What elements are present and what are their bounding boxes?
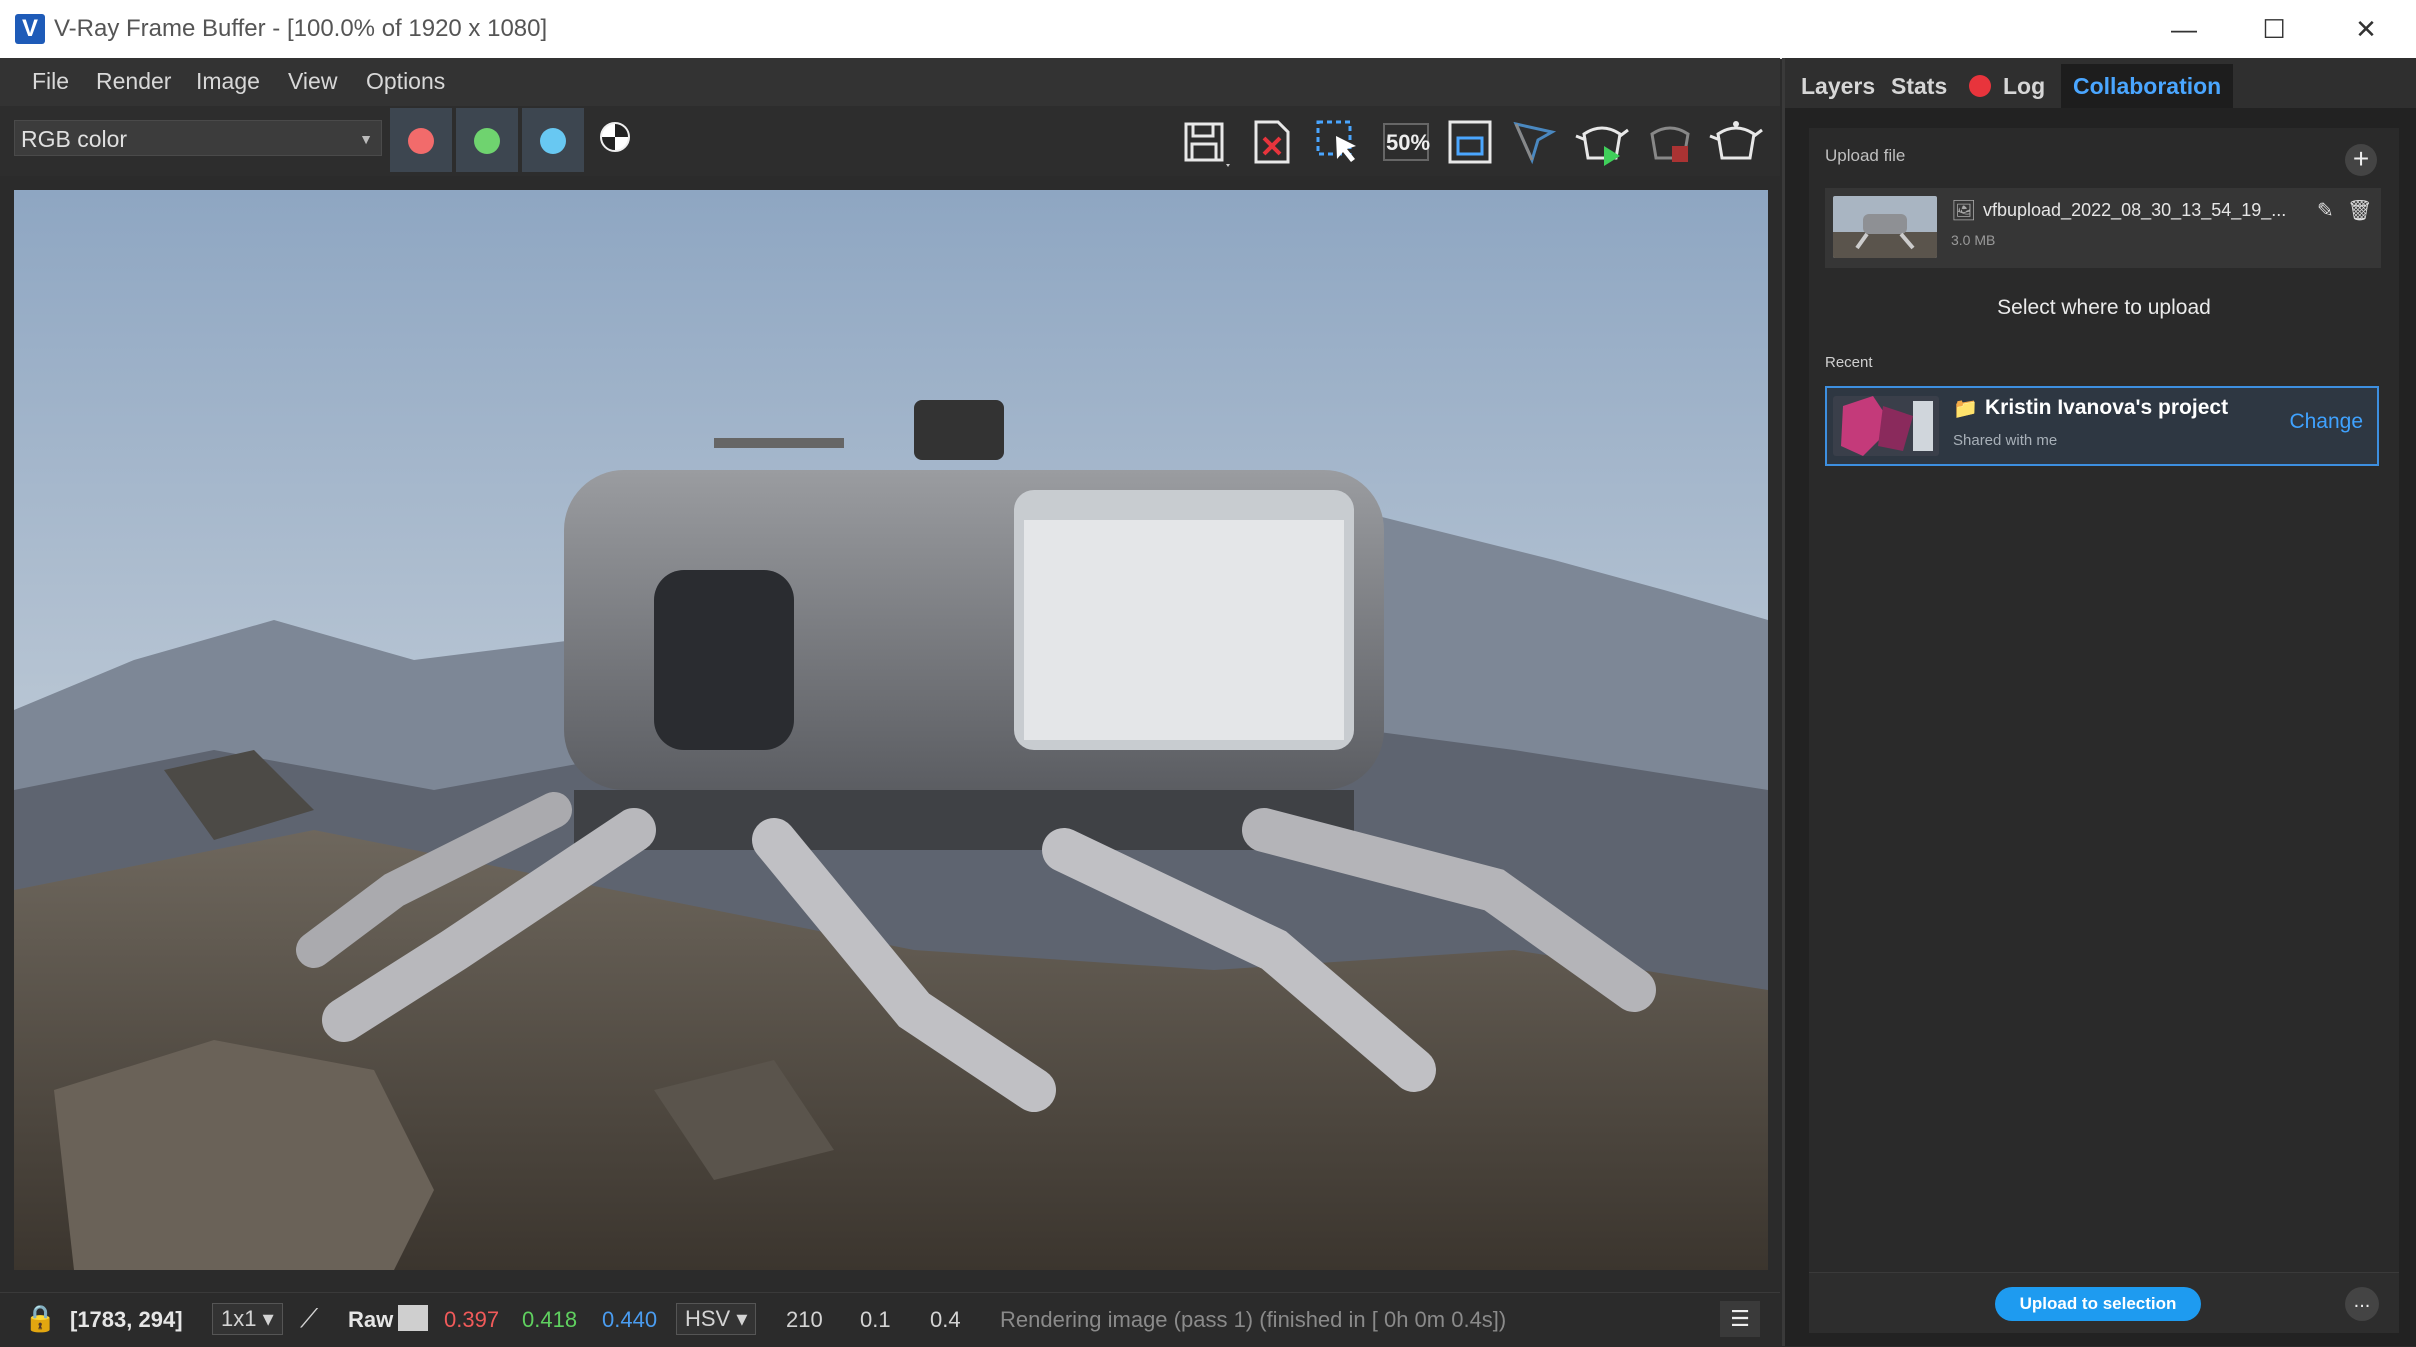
colorspace-select[interactable]: HSV ▾ [676, 1303, 757, 1335]
blue-channel-button[interactable] [522, 108, 584, 172]
upload-file-label: Upload file [1825, 146, 1906, 165]
green-value: 0.418 [522, 1307, 578, 1332]
edit-icon[interactable]: ✎ [2317, 198, 2334, 223]
tab-stats[interactable]: Stats [1891, 64, 1947, 108]
render-start-icon[interactable] [1574, 114, 1630, 170]
minimize-button[interactable]: — [2138, 0, 2230, 58]
log-dot-icon [1969, 75, 1991, 97]
save-icon[interactable] [1176, 114, 1232, 170]
status-bar: 🔒 [1783, 294] 1x1 ▾ ⟋ Raw 0.397 0.418 0.… [0, 1292, 1780, 1347]
change-link[interactable]: Change [2289, 410, 2363, 434]
file-card[interactable]: 🖼 vfbupload_2022_08_30_13_54_19_... 3.0 … [1825, 188, 2381, 268]
region-select-icon[interactable] [1310, 114, 1366, 170]
color-swatch [398, 1305, 428, 1331]
zoom-50-icon[interactable]: 50% [1378, 114, 1434, 170]
project-name: Kristin Ivanova's project [1985, 396, 2229, 419]
status-message: Rendering image (pass 1) (finished in [ … [1000, 1307, 1507, 1332]
add-file-button[interactable]: + [2345, 144, 2377, 176]
side-panel: Layers Stats Log Collaboration Upload fi… [1782, 58, 2416, 1346]
tab-log[interactable]: Log [1969, 64, 2045, 108]
upload-footer: Upload to selection ... [1809, 1272, 2399, 1333]
h-value: 210 [786, 1307, 823, 1332]
history-toggle-icon[interactable]: ☰ [1720, 1301, 1760, 1337]
channel-select-value: RGB color [21, 126, 128, 152]
file-size: 3.0 MB [1951, 232, 1996, 248]
raw-mode[interactable]: Raw [348, 1307, 393, 1333]
red-value: 0.397 [444, 1307, 500, 1332]
pixel-coords: [1783, 294] [70, 1307, 183, 1332]
tab-collaboration[interactable]: Collaboration [2061, 64, 2234, 108]
file-thumbnail [1833, 196, 1937, 258]
menu-bar: File Render Image View Options [0, 58, 1780, 106]
title-bar: V V-Ray Frame Buffer - [100.0% of 1920 x… [0, 0, 2416, 59]
menu-render[interactable]: Render [96, 68, 171, 95]
side-tabs: Layers Stats Log Collaboration [1785, 58, 2416, 108]
v-value: 0.4 [930, 1307, 961, 1332]
fit-icon[interactable] [1442, 114, 1498, 170]
curve-icon[interactable]: ⟋ [300, 1303, 318, 1335]
render-stop-icon[interactable] [1642, 114, 1698, 170]
track-mouse-icon[interactable] [1508, 114, 1564, 170]
render-teapot-icon[interactable] [1708, 114, 1764, 170]
more-options-button[interactable]: ... [2345, 1287, 2379, 1321]
toolbar: RGB color ▼ 50% [0, 106, 1780, 176]
rendered-image [14, 190, 1768, 1270]
lock-icon[interactable]: 🔒 [24, 1303, 56, 1334]
green-dot-icon [474, 128, 500, 154]
sample-select[interactable]: 1x1 ▾ [212, 1303, 283, 1335]
clear-icon[interactable] [1244, 114, 1300, 170]
blue-value: 0.440 [602, 1307, 658, 1332]
project-sharing: Shared with me [1953, 432, 2058, 449]
menu-view[interactable]: View [288, 68, 337, 95]
menu-image[interactable]: Image [196, 68, 260, 95]
menu-file[interactable]: File [32, 68, 69, 95]
folder-icon: 📁 [1953, 398, 1978, 420]
trash-icon[interactable]: 🗑 [2347, 198, 2372, 223]
alpha-channel-button[interactable] [600, 122, 630, 152]
menu-options[interactable]: Options [366, 68, 445, 95]
s-value: 0.1 [860, 1307, 891, 1332]
file-name: vfbupload_2022_08_30_13_54_19_... [1983, 200, 2287, 220]
channel-select[interactable]: RGB color ▼ [14, 120, 382, 156]
green-channel-button[interactable] [456, 108, 518, 172]
project-thumbnail [1833, 396, 1939, 456]
red-dot-icon [408, 128, 434, 154]
tab-layers[interactable]: Layers [1801, 64, 1875, 108]
collaboration-panel: Upload file + 🖼 vfbupload_2022_08_30_13_… [1809, 128, 2399, 1332]
maximize-button[interactable]: ☐ [2228, 0, 2320, 58]
colorspace-value: HSV [685, 1306, 731, 1331]
image-file-icon: 🖼 [1951, 200, 1977, 222]
chevron-down-icon: ▼ [359, 131, 373, 147]
upload-to-selection-button[interactable]: Upload to selection [1995, 1287, 2201, 1321]
red-channel-button[interactable] [390, 108, 452, 172]
vray-logo-icon: V [15, 14, 45, 44]
project-card[interactable]: 📁 Kristin Ivanova's project Shared with … [1825, 386, 2379, 466]
select-where-heading: Select where to upload [1997, 296, 2211, 319]
render-viewport[interactable] [14, 190, 1768, 1270]
recent-label: Recent [1825, 354, 1873, 371]
tab-log-label: Log [2003, 73, 2046, 99]
sample-value: 1x1 [221, 1306, 257, 1331]
blue-dot-icon [540, 128, 566, 154]
close-button[interactable]: ✕ [2320, 0, 2412, 58]
zoom-label: 50% [1386, 130, 1430, 155]
window-title: V-Ray Frame Buffer - [100.0% of 1920 x 1… [54, 15, 548, 42]
